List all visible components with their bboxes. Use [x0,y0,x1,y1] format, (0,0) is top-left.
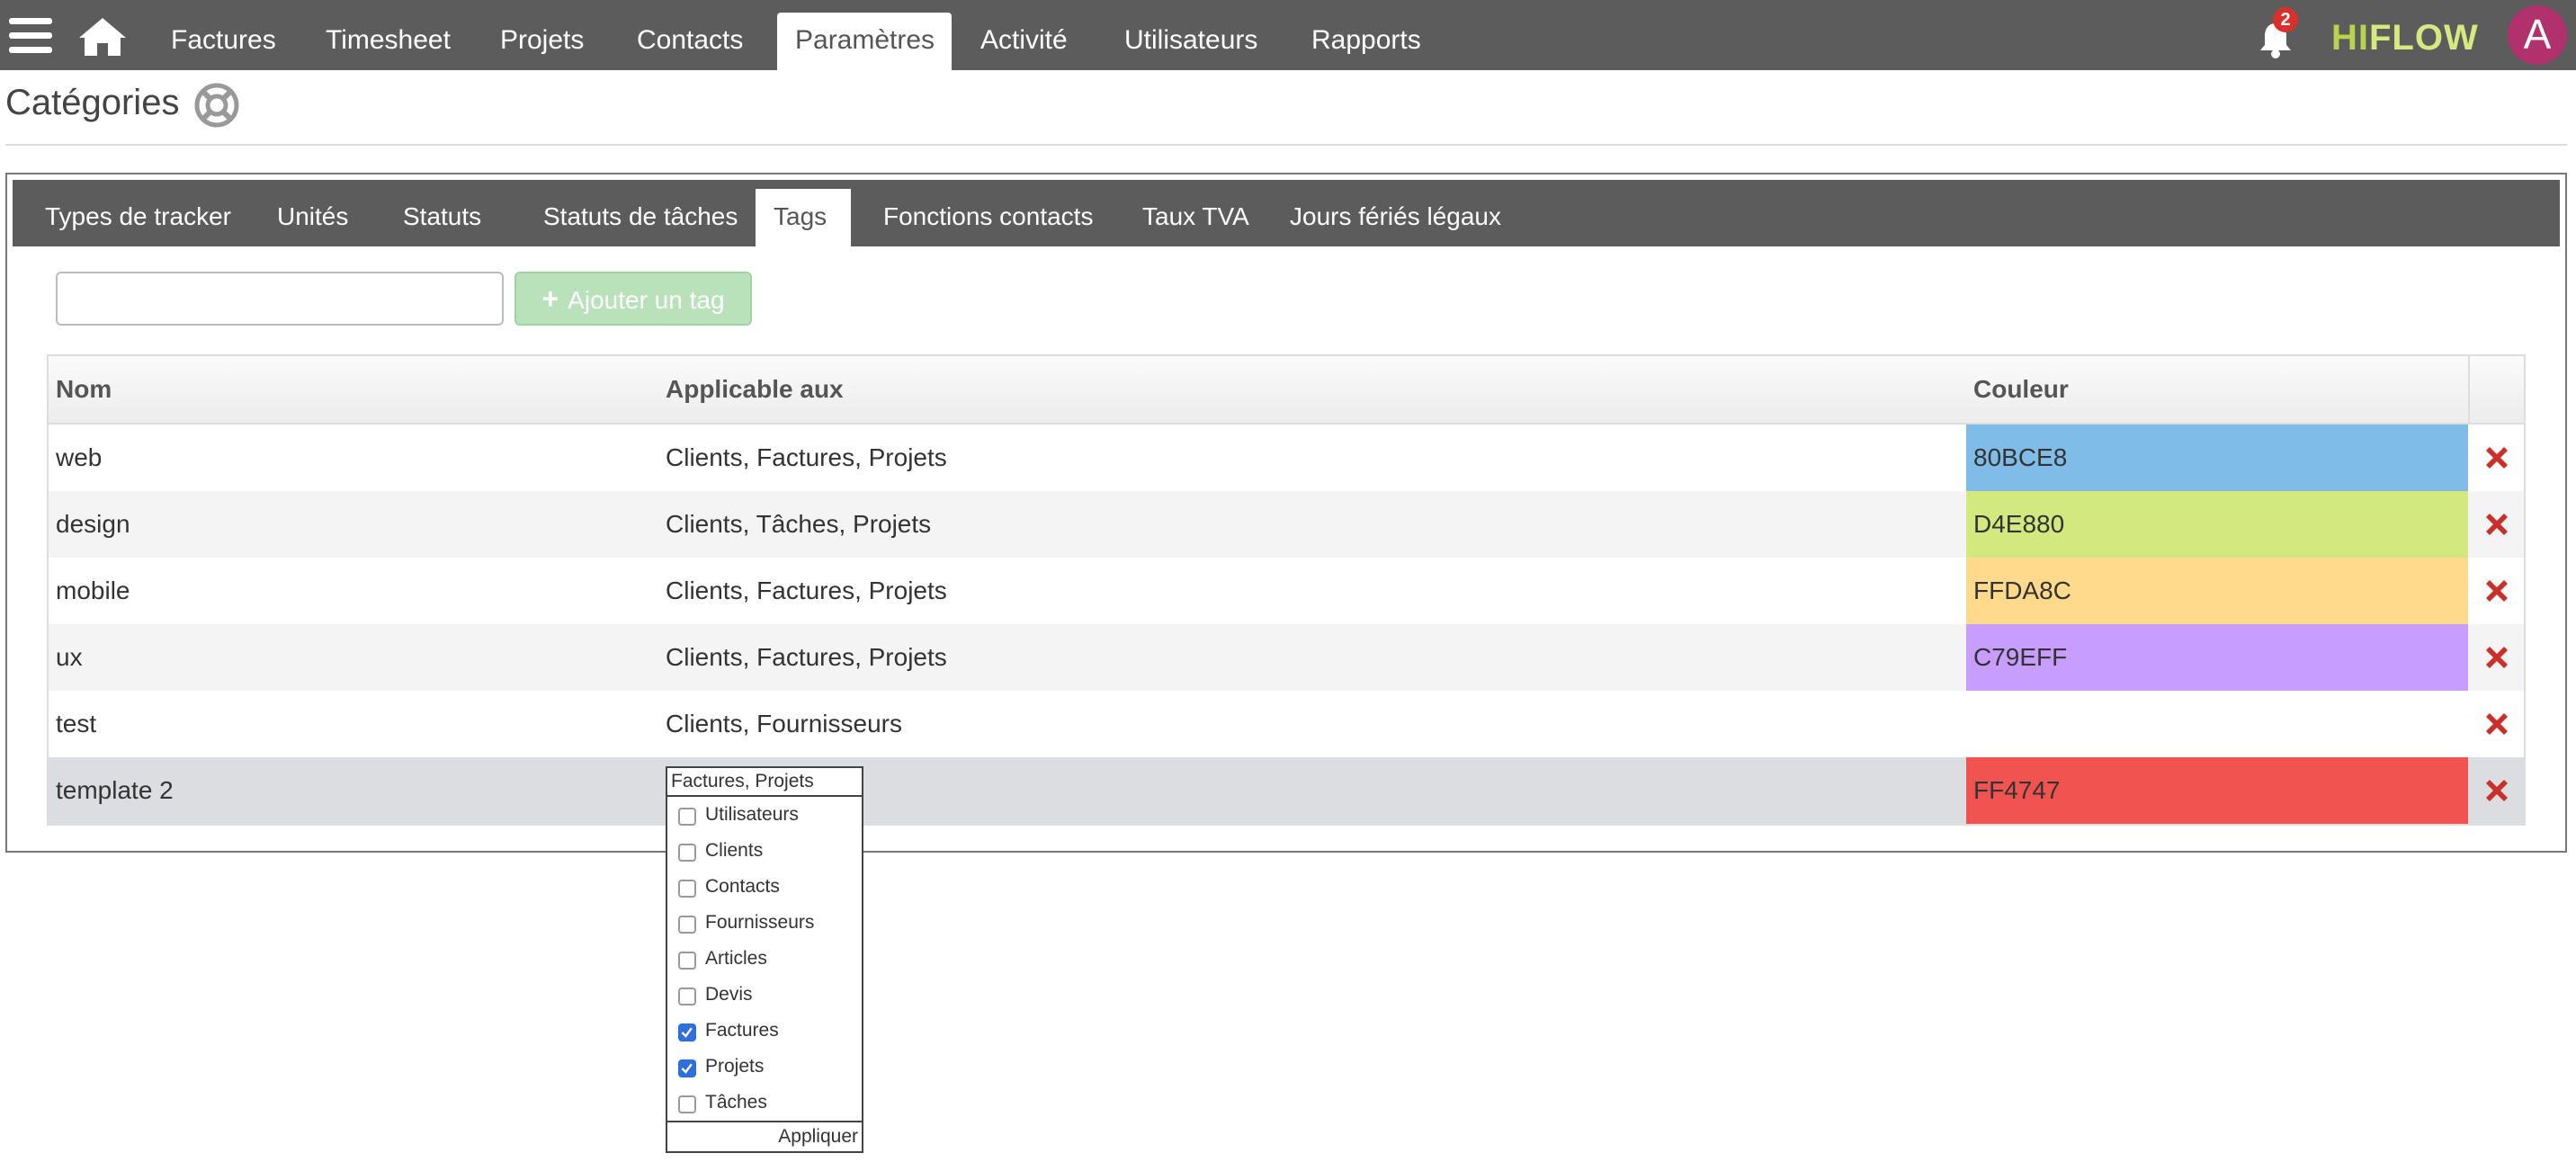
checkbox[interactable] [678,916,696,934]
delete-icon[interactable] [2481,641,2513,674]
home-icon[interactable] [77,16,128,58]
notification-badge: 2 [2273,7,2298,32]
delete-icon[interactable] [2481,508,2513,541]
color-swatch[interactable]: 80BCE8 [1966,425,2468,491]
hiflow-logo[interactable]: HIFLOW [2331,18,2479,58]
nav-parametres[interactable]: Paramètres [777,13,952,70]
avatar[interactable]: A [2508,5,2567,65]
tag-name[interactable]: mobile [56,558,130,624]
tag-name[interactable]: ux [56,624,83,691]
top-navbar: Factures Timesheet Projets Contacts Para… [0,0,2576,70]
nav-projets[interactable]: Projets [482,13,602,70]
checkbox-checked[interactable] [678,1024,696,1041]
color-swatch[interactable]: D4E880 [1966,491,2468,558]
tag-applicable[interactable]: Clients, Fournisseurs [666,691,902,757]
delete-icon[interactable] [2481,708,2513,740]
menu-icon[interactable] [9,18,52,54]
tag-name[interactable]: test [56,691,96,757]
page-title: Catégories [5,83,180,122]
header-couleur[interactable]: Couleur [1973,356,2069,423]
nav-rapports[interactable]: Rapports [1293,13,1439,70]
nav-timesheet[interactable]: Timesheet [308,13,469,70]
tag-applicable[interactable]: Clients, Factures, Projets [666,558,947,624]
tab-unites[interactable]: Unités [259,189,366,246]
apply-button[interactable]: Appliquer [666,1121,863,1153]
table-row[interactable]: web Clients, Factures, Projets 80BCE8 [49,425,2524,491]
table-row[interactable]: design Clients, Tâches, Projets D4E880 [49,491,2524,558]
tab-tags[interactable]: Tags [756,189,851,246]
tab-jours-feries-legaux[interactable]: Jours fériés légaux [1272,189,1519,246]
color-swatch[interactable]: FF4747 [1966,757,2468,824]
color-swatch[interactable] [1966,691,2468,757]
check-icon [681,1027,693,1038]
tab-statuts-de-taches[interactable]: Statuts de tâches [525,189,756,246]
nav-factures[interactable]: Factures [153,13,294,70]
delete-icon[interactable] [2481,774,2513,807]
color-swatch[interactable]: C79EFF [1966,624,2468,691]
nav-contacts[interactable]: Contacts [619,13,761,70]
applicable-multiselect[interactable]: Factures, Projets [666,766,863,797]
tag-name[interactable]: template 2 [56,757,174,824]
checkbox[interactable] [678,988,696,1006]
tags-table: Nom Applicable aux Couleur web Clients, … [47,354,2526,826]
checkbox[interactable] [678,808,696,826]
tag-applicable[interactable]: Clients, Tâches, Projets [666,491,931,558]
tag-applicable[interactable]: Clients, Factures, Projets [666,624,947,691]
tag-name[interactable]: web [56,425,102,491]
tag-applicable[interactable]: Clients, Factures, Projets [666,425,947,491]
checkbox-checked[interactable] [678,1059,696,1077]
add-tag-button[interactable]: + Ajouter un tag [514,272,752,326]
tag-name-input[interactable] [56,272,504,326]
delete-icon[interactable] [2481,575,2513,607]
color-swatch[interactable]: FFDA8C [1966,558,2468,624]
table-row[interactable]: test Clients, Fournisseurs [49,691,2524,757]
table-header: Nom Applicable aux Couleur [49,356,2524,425]
tab-fonctions-contacts[interactable]: Fonctions contacts [865,189,1111,246]
table-row[interactable]: ux Clients, Factures, Projets C79EFF [49,624,2524,691]
tab-statuts[interactable]: Statuts [385,189,499,246]
table-row[interactable]: mobile Clients, Factures, Projets FFDA8C [49,558,2524,624]
check-icon [681,1063,693,1074]
checkbox[interactable] [678,844,696,862]
checkbox[interactable] [678,952,696,970]
applicable-options-list: Utilisateurs Clients Contacts Fournisseu… [666,795,863,1153]
checkbox[interactable] [678,880,696,898]
nav-utilisateurs[interactable]: Utilisateurs [1106,13,1275,70]
plus-icon: + [541,282,559,315]
header-nom[interactable]: Nom [56,356,112,423]
nav-activite[interactable]: Activité [962,13,1086,70]
category-tabs: Types de tracker Unités Statuts Statuts … [13,180,2560,246]
delete-icon[interactable] [2481,442,2513,474]
help-lifebuoy-icon[interactable] [194,83,239,128]
title-divider [5,144,2567,146]
header-applicable-aux[interactable]: Applicable aux [666,356,844,423]
table-row-editing[interactable]: template 2 FF4747 [49,757,2524,824]
tab-taux-tva[interactable]: Taux TVA [1124,189,1267,246]
tab-types-de-tracker[interactable]: Types de tracker [27,189,249,246]
tag-name[interactable]: design [56,491,130,558]
checkbox[interactable] [678,1095,696,1113]
